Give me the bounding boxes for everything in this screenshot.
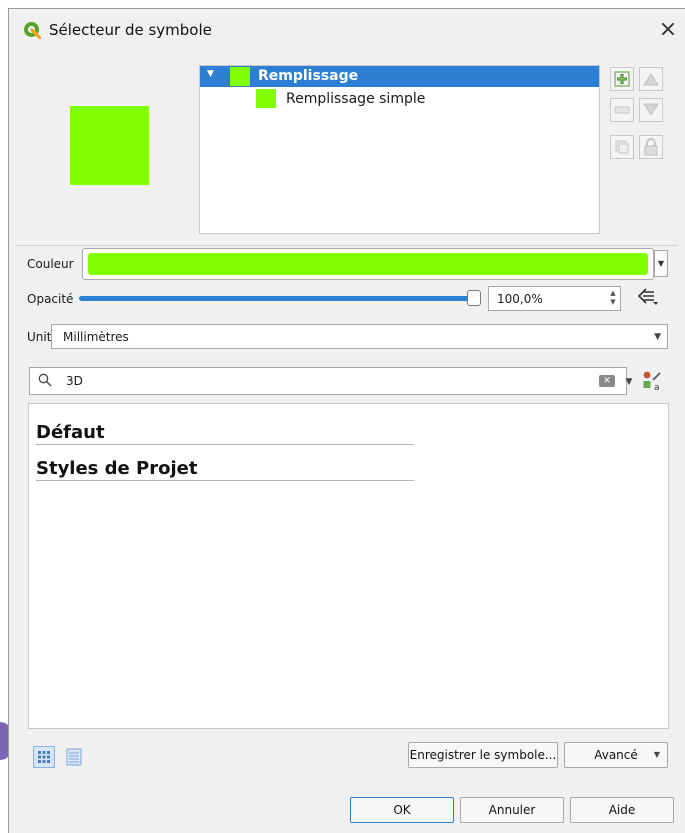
advanced-label: Avancé — [594, 748, 638, 762]
tree-item-label: Remplissage — [258, 68, 359, 84]
symbol-preview — [70, 106, 149, 185]
color-swatch — [88, 253, 648, 275]
add-layer-button[interactable] — [610, 67, 634, 91]
list-view-icon — [66, 748, 82, 766]
unit-value: Millimètres — [63, 330, 129, 344]
icon-view-button[interactable] — [33, 746, 55, 768]
remove-layer-button[interactable] — [610, 98, 634, 122]
duplicate-layer-icon — [615, 140, 629, 154]
symbol-selector-dialog: Sélecteur de symbole × ▼ Remplissage Rem… — [8, 8, 685, 833]
color-dropdown-button[interactable]: ▼ — [654, 250, 668, 277]
close-button[interactable]: × — [653, 16, 683, 44]
grid-view-icon — [38, 751, 50, 763]
move-down-button[interactable] — [639, 98, 663, 122]
style-manager-icon: a — [643, 371, 661, 393]
opacity-slider[interactable] — [79, 296, 481, 301]
move-up-icon — [643, 73, 659, 86]
save-symbol-button[interactable]: Enregistrer le symbole... — [408, 742, 558, 768]
search-value: 3D — [66, 374, 83, 388]
data-defined-override-button[interactable] — [637, 287, 663, 309]
style-manager-button[interactable]: a — [641, 370, 663, 393]
move-up-button[interactable] — [639, 67, 663, 91]
lock-layer-button[interactable] — [639, 135, 663, 159]
opacity-spinbox[interactable]: 100,0% ▲ ▼ — [488, 286, 621, 311]
spin-arrows-icon[interactable]: ▲ ▼ — [608, 289, 618, 308]
list-view-button[interactable] — [65, 747, 83, 767]
symbol-layer-tree[interactable]: ▼ Remplissage Remplissage simple — [199, 65, 600, 234]
remove-layer-icon — [614, 106, 630, 114]
unit-dropdown[interactable]: Millimètres ▼ — [51, 324, 668, 349]
chevron-down-icon: ▼ — [653, 750, 660, 759]
fill-swatch — [230, 67, 250, 86]
duplicate-layer-button[interactable] — [610, 135, 634, 159]
dialog-title: Sélecteur de symbole — [49, 21, 212, 39]
color-button[interactable] — [82, 248, 654, 280]
simple-fill-swatch — [256, 89, 276, 108]
opacity-value: 100,0% — [497, 292, 543, 306]
color-label: Couleur — [27, 257, 74, 271]
advanced-menu-button[interactable]: Avancé ▼ — [564, 742, 668, 768]
move-down-icon — [643, 103, 659, 116]
cancel-button[interactable]: Annuler — [460, 797, 564, 823]
add-layer-icon — [614, 71, 630, 87]
chevron-down-icon: ▼ — [654, 332, 661, 342]
tree-item-remplissage-simple[interactable]: Remplissage simple — [200, 88, 599, 109]
data-defined-override-icon — [637, 288, 658, 305]
section-divider — [15, 245, 678, 246]
search-input[interactable]: 3D ✕ ▼ — [29, 367, 632, 395]
tree-item-remplissage[interactable]: ▼ Remplissage — [200, 66, 599, 87]
expand-arrow-icon[interactable]: ▼ — [207, 69, 214, 79]
ok-button[interactable]: OK — [350, 797, 454, 823]
svg-text:a: a — [654, 383, 660, 392]
search-dropdown-button[interactable]: ▼ — [619, 374, 639, 390]
qgis-logo-icon — [24, 22, 41, 39]
style-group-project[interactable]: Styles de Projet — [36, 458, 414, 481]
lock-icon — [644, 138, 658, 156]
title-bar: Sélecteur de symbole × — [9, 9, 685, 51]
opacity-slider-handle[interactable] — [467, 290, 481, 306]
search-icon — [38, 373, 52, 391]
help-button[interactable]: Aide — [570, 797, 674, 823]
opacity-label: Opacité — [27, 292, 74, 306]
tree-item-label: Remplissage simple — [286, 91, 426, 107]
clear-search-icon[interactable]: ✕ — [599, 375, 615, 387]
style-group-default[interactable]: Défaut — [36, 422, 414, 445]
style-library-list[interactable]: Défaut Styles de Projet — [28, 403, 669, 729]
